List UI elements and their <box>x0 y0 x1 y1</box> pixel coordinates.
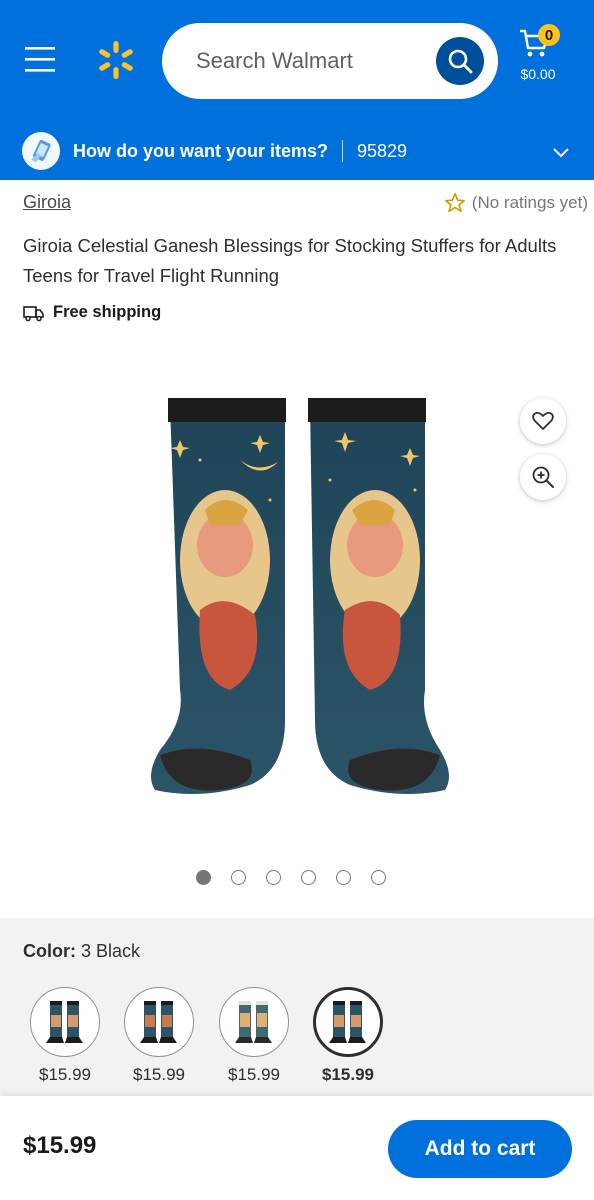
swatch-price: $15.99 <box>322 1065 374 1084</box>
rating-text: (No ratings yet) <box>471 193 588 212</box>
star-icon <box>444 193 465 213</box>
swatch-price: $15.99 <box>133 1065 185 1084</box>
product-image[interactable] <box>140 390 460 810</box>
divider <box>342 140 343 162</box>
cart-count-badge: 0 <box>538 24 560 46</box>
carousel-dot[interactable] <box>301 870 316 885</box>
sticky-purchase-bar: $15.99 Add to cart <box>0 1096 594 1200</box>
zoom-button[interactable] <box>520 454 566 500</box>
carousel-dot[interactable] <box>196 870 211 885</box>
carousel-dot[interactable] <box>231 870 246 885</box>
search-bar <box>162 23 498 99</box>
color-swatch[interactable]: $15.99 <box>219 987 289 1085</box>
swatch-thumbnail <box>124 987 194 1057</box>
swatch-thumbnail <box>219 987 289 1057</box>
color-selected-value: 3 Black <box>81 941 141 961</box>
add-to-cart-button[interactable]: Add to cart <box>388 1120 572 1178</box>
brand-link[interactable]: Giroia <box>23 192 71 213</box>
swatch-thumbnail <box>313 987 383 1057</box>
menu-icon[interactable] <box>22 44 58 74</box>
cart-total: $0.00 <box>520 66 556 82</box>
color-swatch[interactable]: $15.99 <box>30 987 100 1085</box>
shipping-info: Free shipping <box>23 303 161 322</box>
swatch-thumbnail <box>30 987 100 1057</box>
carousel-dot[interactable] <box>266 870 281 885</box>
zoom-in-icon <box>532 466 554 488</box>
variant-section: Color: 3 Black $15.99 $15.99 $15.99 $15.… <box>0 918 594 1096</box>
truck-icon <box>23 305 44 321</box>
carousel-dot[interactable] <box>371 870 386 885</box>
swatch-price: $15.99 <box>39 1065 91 1084</box>
delivery-prompt: How do you want your items? <box>73 141 329 161</box>
right-sock <box>308 398 449 794</box>
top-header: 0 $0.00 <box>0 0 594 122</box>
heart-icon <box>532 412 554 430</box>
delivery-selector[interactable]: How do you want your items? 95829 <box>0 122 594 180</box>
search-input[interactable] <box>196 23 426 99</box>
chevron-down-icon <box>553 148 569 158</box>
shipping-label: Free shipping <box>53 303 162 321</box>
search-button[interactable] <box>436 37 484 85</box>
color-label-key: Color: <box>23 941 76 961</box>
favorite-button[interactable] <box>520 398 566 444</box>
color-label: Color: 3 Black <box>23 941 140 962</box>
search-icon <box>448 49 473 74</box>
cart-button[interactable]: 0 $0.00 <box>512 22 570 92</box>
rating[interactable]: (No ratings yet) <box>444 192 588 214</box>
walmart-spark-logo[interactable] <box>94 38 138 82</box>
product-title: Giroia Celestial Ganesh Blessings for St… <box>23 235 557 286</box>
color-swatch[interactable]: $15.99 <box>124 987 194 1085</box>
bottom-price: $15.99 <box>23 1132 97 1159</box>
phone-delivery-icon <box>22 132 60 170</box>
color-swatch-selected[interactable]: $15.99 <box>313 987 383 1085</box>
left-sock <box>151 398 286 794</box>
swatch-price: $15.99 <box>228 1065 280 1084</box>
image-carousel-dots <box>196 870 386 885</box>
zip-code: 95829 <box>357 141 408 161</box>
carousel-dot[interactable] <box>336 870 351 885</box>
